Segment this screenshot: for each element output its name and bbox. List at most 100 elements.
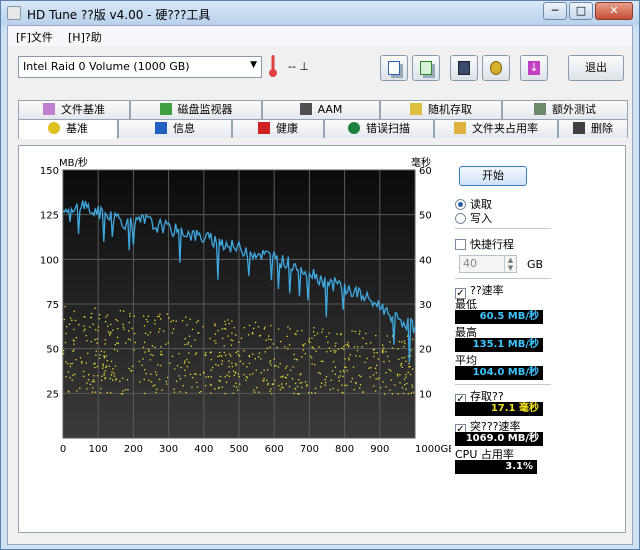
tab-disk-monitor[interactable]: 磁盘监视器 <box>130 100 262 119</box>
access-time-point <box>94 391 96 393</box>
exit-button[interactable]: 退出 <box>568 55 624 81</box>
access-time-point <box>71 379 73 381</box>
access-time-point <box>403 340 406 342</box>
access-time-point <box>324 378 326 381</box>
access-time-point <box>73 328 75 331</box>
access-time-point <box>270 388 272 390</box>
benchmark-panel: 0 100 200 300 400 500 600 700 800 900 1000GB 25 50 75… <box>18 145 626 533</box>
access-time-point <box>407 393 409 395</box>
access-time-point <box>235 334 237 336</box>
tab-extra-tests[interactable]: 额外测试 <box>502 100 628 119</box>
maximize-button[interactable]: □ <box>569 2 593 20</box>
access-time-point <box>270 338 272 341</box>
access-time-point <box>121 393 124 395</box>
access-time-point <box>154 323 156 325</box>
access-time-point <box>75 359 77 361</box>
max-value: 135.1 MB/秒 <box>455 338 543 352</box>
access-time-point <box>67 390 70 392</box>
access-time-point <box>276 346 278 349</box>
access-time-point <box>102 365 104 367</box>
access-time-point <box>409 365 411 368</box>
access-time-point <box>94 307 96 309</box>
tab-file-benchmark[interactable]: 文件基准 <box>18 100 130 119</box>
menu-help[interactable]: [H]?助 <box>68 29 102 45</box>
access-time-point <box>298 393 300 395</box>
access-time-point <box>308 340 310 342</box>
access-time-point <box>368 367 370 369</box>
access-time-point <box>193 373 196 375</box>
random-access-icon <box>410 103 422 115</box>
access-time-point <box>238 355 241 357</box>
drive-select[interactable]: Intel Raid 0 Volume (1000 GB) ▼ <box>18 56 262 78</box>
tab-folder-usage[interactable]: 文件夹占用率 <box>434 119 558 138</box>
tab-aam[interactable]: AAM <box>262 100 380 119</box>
write-radio[interactable]: 写入 <box>455 210 492 226</box>
access-time-point <box>374 367 377 370</box>
access-time-point <box>335 342 337 344</box>
access-time-point <box>219 375 222 378</box>
access-time-point <box>345 344 347 346</box>
access-time-point <box>147 334 149 336</box>
y-left-axis-label: MB/秒 <box>59 156 88 169</box>
access-time-point <box>377 358 380 360</box>
tab-erase[interactable]: 删除 <box>558 119 628 138</box>
access-time-point <box>249 373 251 376</box>
access-time-point <box>287 347 289 350</box>
tab-random-access[interactable]: 随机存取 <box>380 100 502 119</box>
access-time-point <box>338 380 340 382</box>
access-time-point <box>243 327 246 329</box>
access-time-point <box>133 332 136 335</box>
access-time-point <box>324 384 326 386</box>
access-time-point <box>209 383 212 386</box>
access-time-point <box>171 332 173 334</box>
tab-error-scan[interactable]: 错误扫描 <box>324 119 434 138</box>
access-time-point <box>281 383 283 385</box>
access-time-point <box>149 331 152 334</box>
tab-benchmark[interactable]: 基准 <box>18 119 118 139</box>
spinner-arrows-icon[interactable]: ▲ ▼ <box>504 256 516 272</box>
access-time-point <box>204 384 207 387</box>
access-time-point <box>195 352 198 354</box>
copy-text-button[interactable] <box>380 55 408 81</box>
access-time-point <box>104 370 107 372</box>
tab-info[interactable]: 信息 <box>118 119 232 138</box>
speaker-icon <box>299 103 312 115</box>
short-stroke-checkbox[interactable]: 快捷行程 <box>455 236 514 252</box>
access-time-point <box>93 375 95 377</box>
minimize-button[interactable]: ─ <box>543 2 567 20</box>
access-time-point <box>411 384 413 386</box>
access-time-point <box>99 391 102 394</box>
access-time-point <box>95 354 97 356</box>
access-time-point <box>386 355 389 358</box>
options-button[interactable] <box>482 55 510 81</box>
access-time-point <box>288 344 291 346</box>
access-time-point <box>105 366 107 369</box>
save-button[interactable] <box>450 55 478 81</box>
access-time-point <box>159 328 161 330</box>
trash-icon <box>573 122 585 134</box>
copy-screenshot-button[interactable] <box>412 55 440 81</box>
access-time-point <box>267 382 269 385</box>
access-time-point <box>122 323 124 326</box>
access-time-point <box>258 356 260 358</box>
access-time-point <box>71 362 74 365</box>
access-time-point <box>245 375 248 378</box>
access-time-point <box>334 345 337 347</box>
menu-file[interactable]: [F]文件 <box>16 29 53 45</box>
close-button[interactable]: ✕ <box>595 2 633 20</box>
access-time-point <box>344 358 346 360</box>
access-time-point <box>155 374 158 376</box>
access-time-point <box>81 360 83 363</box>
download-button[interactable]: ↓ <box>520 55 548 81</box>
thermometer-icon <box>269 55 277 77</box>
access-time-point <box>230 339 232 341</box>
start-button[interactable]: 开始 <box>459 166 527 186</box>
access-time-point <box>178 352 180 355</box>
access-time-point <box>184 369 186 372</box>
access-time-point <box>263 328 265 330</box>
access-time-point <box>183 362 186 364</box>
tab-health[interactable]: 健康 <box>232 119 324 138</box>
short-stroke-spinner[interactable]: 40 ▲ ▼ <box>459 255 517 273</box>
access-time-point <box>174 368 176 370</box>
access-time-point <box>65 332 67 335</box>
